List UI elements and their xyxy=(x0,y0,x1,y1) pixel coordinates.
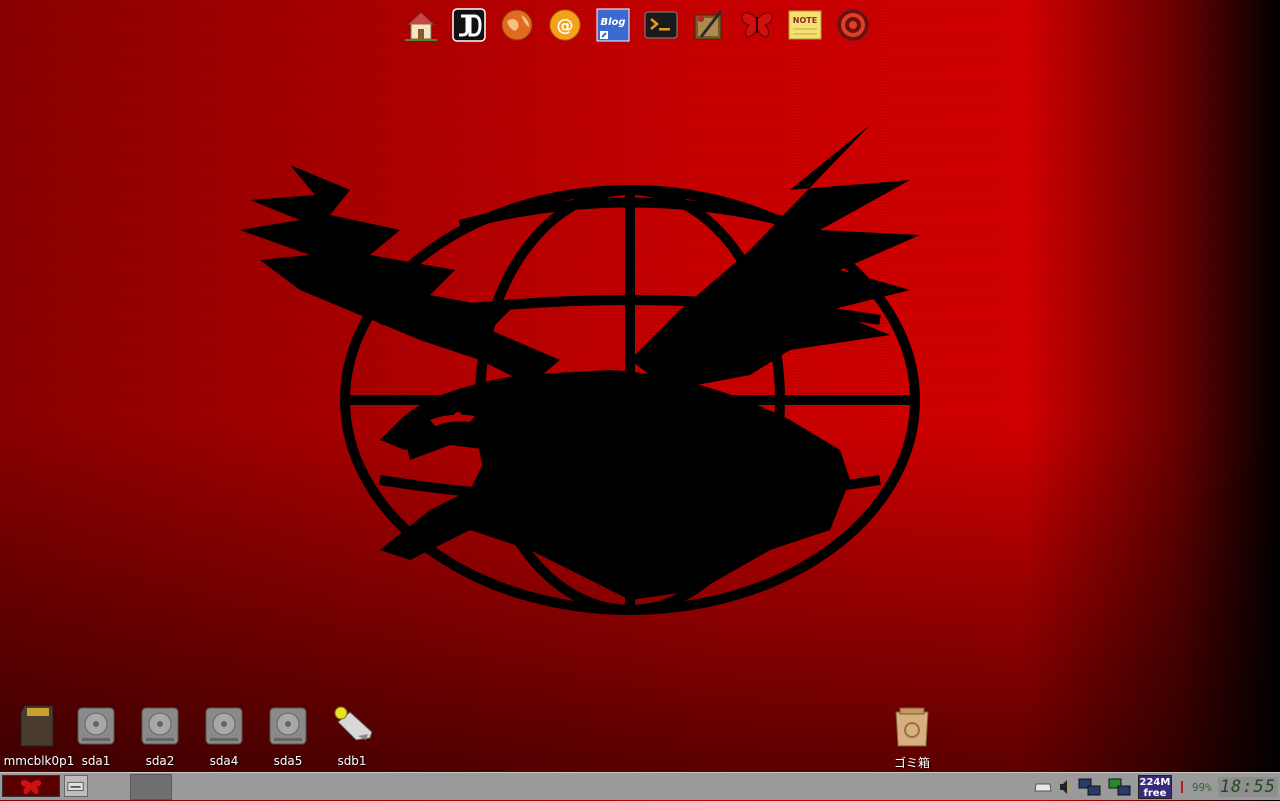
svg-text:NOTE: NOTE xyxy=(793,16,817,25)
terminal-launcher[interactable] xyxy=(642,6,680,44)
launcher-bar: @ Blog NOTE xyxy=(402,6,872,44)
jd-launcher[interactable] xyxy=(450,6,488,44)
drive-label: sdb1 xyxy=(337,754,367,768)
paint-launcher[interactable] xyxy=(690,6,728,44)
drive-sdb1[interactable]: sdb1 xyxy=(320,704,384,768)
mail-at-icon: @ xyxy=(549,9,581,41)
butterfly-icon xyxy=(741,12,773,38)
mail-launcher[interactable]: @ xyxy=(546,6,584,44)
system-tray: 224M free 99% 18:55 xyxy=(1034,773,1280,801)
blog-launcher[interactable]: Blog xyxy=(594,6,632,44)
memory-value: 224M xyxy=(1139,777,1171,788)
sd-card-icon xyxy=(20,705,54,747)
drive-icon xyxy=(67,781,84,791)
target-icon xyxy=(836,8,870,42)
drive-sda4[interactable]: sda4 xyxy=(192,704,256,768)
drive-label: sda4 xyxy=(209,754,239,768)
memory-monitor[interactable]: 224M free xyxy=(1137,775,1172,799)
browser-globe-icon xyxy=(501,9,533,41)
battery-level[interactable]: 99% xyxy=(1192,781,1212,794)
clock[interactable]: 18:55 xyxy=(1217,777,1278,797)
drive-sda2[interactable]: sda2 xyxy=(128,704,192,768)
trash[interactable]: ゴミ箱 xyxy=(880,704,944,771)
battery-plug-icon xyxy=(1180,781,1183,793)
drive-label: sda1 xyxy=(81,754,111,768)
hard-drive-icon xyxy=(141,707,179,745)
hard-drive-icon xyxy=(269,707,307,745)
target-launcher[interactable] xyxy=(834,6,872,44)
start-menu-button[interactable] xyxy=(2,775,60,797)
home-launcher[interactable] xyxy=(402,6,440,44)
butterfly-launcher[interactable] xyxy=(738,6,776,44)
network-secondary-icon[interactable] xyxy=(1108,777,1132,797)
paint-icon xyxy=(694,10,723,40)
browser-launcher[interactable] xyxy=(498,6,536,44)
keyboard-icon[interactable] xyxy=(1034,780,1052,794)
hard-drive-icon xyxy=(205,707,243,745)
taskbar-window-button[interactable] xyxy=(130,774,172,800)
butterfly-icon xyxy=(20,780,42,795)
blog-icon: Blog xyxy=(596,8,630,42)
jd-icon xyxy=(452,8,486,42)
svg-text:Blog: Blog xyxy=(600,17,625,28)
note-icon: NOTE xyxy=(788,10,822,40)
network-icon[interactable] xyxy=(1078,777,1102,797)
drive-sda5[interactable]: sda5 xyxy=(256,704,320,768)
note-launcher[interactable]: NOTE xyxy=(786,6,824,44)
volume-icon[interactable] xyxy=(1058,779,1072,795)
home-icon xyxy=(405,11,437,41)
trash-icon xyxy=(895,707,929,747)
memory-label: free xyxy=(1143,788,1167,799)
drive-label: sda2 xyxy=(145,754,175,768)
svg-text:@: @ xyxy=(557,16,574,36)
eagle-globe-wallpaper xyxy=(240,125,920,615)
hard-drive-icon xyxy=(77,707,115,745)
drive-sda1[interactable]: sda1 xyxy=(64,704,128,768)
trash-label: ゴミ箱 xyxy=(893,756,930,770)
usb-drive-icon xyxy=(334,706,373,741)
taskbar: 224M free 99% 18:55 xyxy=(0,772,1280,800)
terminal-icon xyxy=(644,11,678,39)
drive-label: sda5 xyxy=(273,754,303,768)
drive-tray-button[interactable] xyxy=(64,775,88,797)
